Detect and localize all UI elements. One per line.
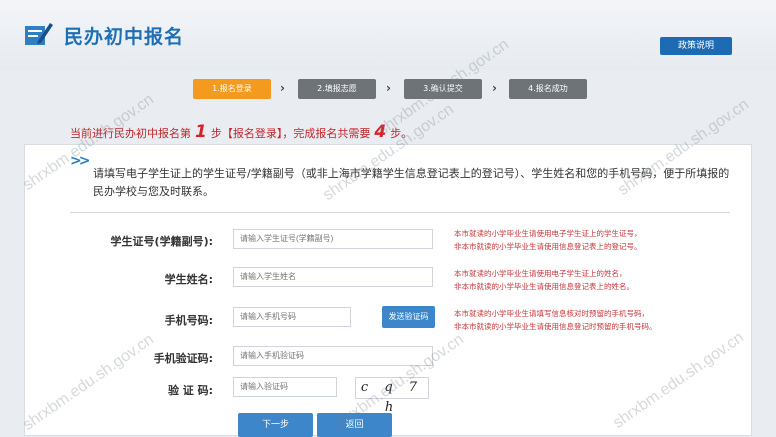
- hint-line: 非本市就读的小学毕业生请使用信息登记时预留的手机号码。: [454, 322, 657, 331]
- send-code-button[interactable]: 发送验证码: [382, 306, 435, 328]
- hint-line: 本市就读的小学毕业生请使用电子学生证上的学生证号，: [454, 229, 642, 238]
- chevron-right-icon: ›: [492, 81, 497, 95]
- step-indicator: 1.报名登录 › 2.填报志愿 › 3.确认提交 › 4.报名成功: [0, 79, 776, 101]
- divider: [70, 212, 730, 213]
- student-id-label: 学生证号(学籍副号):: [110, 235, 213, 248]
- captcha-input[interactable]: [233, 377, 337, 397]
- site-title: 民办初中报名: [64, 26, 185, 48]
- hint-line: 非本市就读的小学毕业生请使用信息登记表上的姓名。: [454, 282, 634, 291]
- progress-text: 当前进行民办初中报名第 1 步【报名登录】，完成报名共需要 4 步。: [70, 122, 412, 142]
- student-name-label: 学生姓名:: [164, 273, 213, 286]
- progress-suffix: 步。: [390, 127, 413, 140]
- progress-prefix: 当前进行民办初中报名第: [70, 127, 191, 140]
- next-button[interactable]: 下一步: [238, 413, 313, 437]
- step-3: 3.确认提交: [404, 79, 482, 99]
- chevron-right-icon: ›: [280, 81, 285, 95]
- phone-hint: 本市就读的小学毕业生请填写信息核对时预留的手机号码， 非本市就读的小学毕业生请使…: [454, 307, 657, 333]
- intro-text: 请填写电子学生证上的学生证号/学籍副号（或非上海市学籍学生信息登记表上的登记号）…: [93, 167, 730, 198]
- sms-code-input[interactable]: [233, 346, 433, 366]
- phone-label: 手机号码:: [164, 314, 213, 327]
- captcha-image[interactable]: c q 7 h: [355, 377, 429, 415]
- hint-line: 本市就读的小学毕业生请使用电子学生证上的姓名，: [454, 269, 627, 278]
- edit-form-icon: [25, 23, 53, 45]
- hint-line: 本市就读的小学毕业生请填写信息核对时预留的手机号码，: [454, 309, 649, 318]
- step-4: 4.报名成功: [509, 79, 587, 99]
- student-name-hint: 本市就读的小学毕业生请使用电子学生证上的姓名， 非本市就读的小学毕业生请使用信息…: [454, 267, 634, 293]
- total-steps-number: 4: [374, 122, 387, 142]
- double-chevron-right-icon: >>: [70, 153, 91, 169]
- student-id-hint: 本市就读的小学毕业生请使用电子学生证上的学生证号， 非本市就读的小学毕业生请使用…: [454, 227, 642, 253]
- hint-line: 非本市就读的小学毕业生请使用信息登记表上的登记号。: [454, 242, 642, 251]
- student-id-input[interactable]: [233, 229, 433, 249]
- page-header: 民办初中报名 政策说明: [0, 0, 776, 70]
- student-name-input[interactable]: [233, 267, 433, 287]
- login-form-panel: >> 请填写电子学生证上的学生证号/学籍副号（或非上海市学籍学生信息登记表上的登…: [24, 144, 752, 437]
- chevron-right-icon: ›: [386, 81, 391, 95]
- policy-guide-button[interactable]: 政策说明: [660, 37, 732, 55]
- sms-code-label: 手机验证码:: [153, 352, 213, 365]
- captcha-label: 验 证 码:: [167, 384, 213, 397]
- step-2: 2.填报志愿: [298, 79, 376, 99]
- phone-input[interactable]: [233, 307, 351, 327]
- current-step-number: 1: [195, 122, 207, 142]
- progress-middle: 步【报名登录】，完成报名共需要: [210, 127, 371, 140]
- step-1: 1.报名登录: [193, 79, 271, 99]
- back-button[interactable]: 返回: [317, 413, 392, 437]
